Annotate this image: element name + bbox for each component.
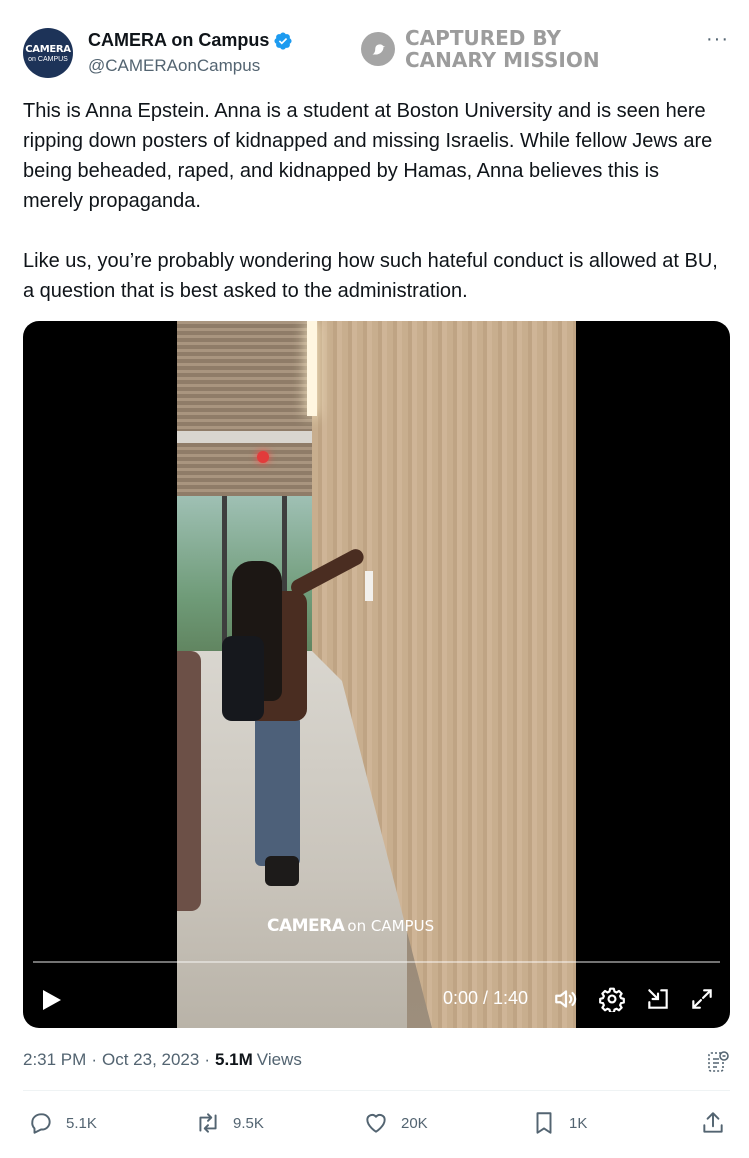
tweet-time[interactable]: 2:31 PM — [23, 1050, 86, 1070]
tweet-meta: 2:31 PM · Oct 23, 2023 · 5.1M Views — [23, 1050, 302, 1070]
settings-icon[interactable] — [599, 986, 625, 1012]
tweet-paragraph-2: Like us, you’re probably wondering how s… — [23, 250, 718, 302]
analytics-icon[interactable] — [706, 1050, 730, 1074]
meta-separator: · — [204, 1050, 210, 1069]
avatar-logo-text: CAMERA — [25, 43, 71, 55]
scene-exit-light — [257, 451, 269, 463]
play-icon[interactable] — [41, 988, 63, 1012]
like-count: 20K — [401, 1114, 428, 1132]
overlay-logo-light: on CAMPUS — [347, 917, 435, 935]
bookmark-icon — [536, 1112, 552, 1134]
author-handle[interactable]: @CAMERAonCampus — [88, 56, 260, 76]
verified-badge-icon — [274, 31, 292, 50]
overlay-logo-bold: CAMERA — [267, 916, 345, 936]
repost-button[interactable]: 9.5K — [195, 1110, 264, 1136]
bookmark-count: 1K — [569, 1114, 588, 1132]
heart-icon — [366, 1113, 386, 1133]
tweet-date[interactable]: Oct 23, 2023 — [102, 1050, 199, 1070]
display-name[interactable]: CAMERA on Campus — [88, 30, 269, 51]
reply-count: 5.1K — [66, 1114, 97, 1132]
watermark-text: CAPTURED BY CANARY MISSION — [405, 27, 600, 71]
scene-person-backpack — [222, 636, 264, 721]
watermark: CAPTURED BY CANARY MISSION — [361, 27, 600, 71]
scene-poster — [365, 571, 373, 601]
tweet-text: This is Anna Epstein. Anna is a student … — [23, 96, 723, 306]
scene-bystander — [177, 651, 201, 911]
repost-icon — [199, 1113, 217, 1133]
share-icon[interactable] — [700, 1110, 726, 1136]
avatar-logo-subtext: on CAMPUS — [28, 55, 68, 63]
scene-ceiling — [177, 321, 327, 501]
reply-icon — [31, 1113, 51, 1134]
more-options-icon[interactable]: ··· — [706, 28, 729, 51]
bookmark-button[interactable]: 1K — [531, 1110, 587, 1136]
tweet-paragraph-1: This is Anna Epstein. Anna is a student … — [23, 100, 713, 212]
avatar[interactable]: CAMERA on CAMPUS — [23, 28, 73, 78]
video-time: 0:00 / 1:40 — [443, 988, 529, 1008]
repost-count: 9.5K — [233, 1114, 264, 1132]
views-label: Views — [256, 1050, 302, 1069]
watermark-line2: CANARY MISSION — [405, 48, 600, 72]
watermark-line1: CAPTURED BY — [405, 26, 561, 50]
pip-icon[interactable] — [645, 986, 671, 1012]
reply-button[interactable]: 5.1K — [28, 1110, 97, 1136]
scene-person-jeans — [255, 716, 300, 866]
video-progress-bar[interactable] — [33, 961, 720, 963]
scene-ceiling-band — [177, 431, 327, 443]
author-name-row[interactable]: CAMERA on Campus — [88, 30, 293, 51]
video-overlay-logo: CAMERA on CAMPUS — [267, 916, 434, 936]
volume-icon[interactable] — [553, 986, 579, 1012]
canary-bird-icon — [361, 32, 395, 66]
fullscreen-icon[interactable] — [689, 986, 715, 1012]
views-count: 5.1M — [215, 1050, 253, 1069]
scene-wall-light — [307, 321, 317, 416]
divider — [23, 1090, 730, 1091]
scene-person-boots — [265, 856, 299, 886]
like-button[interactable]: 20K — [363, 1110, 428, 1136]
canary-bird-glyph — [372, 44, 386, 55]
meta-separator: · — [91, 1050, 97, 1069]
